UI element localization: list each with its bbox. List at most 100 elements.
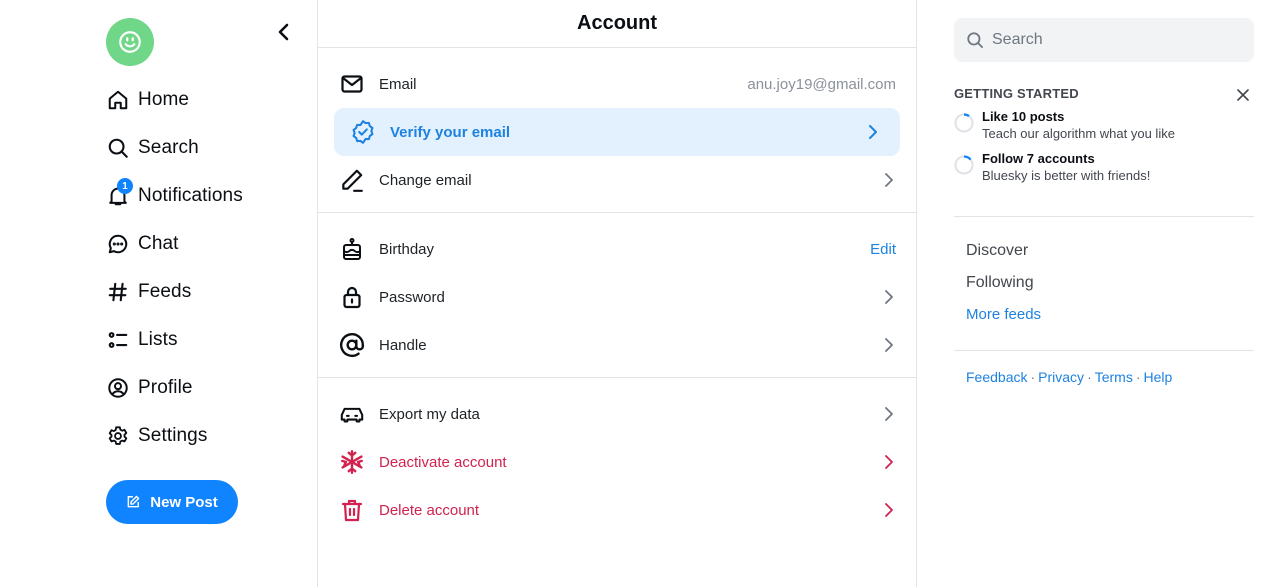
separator: ·	[1030, 369, 1036, 385]
delete-account-label: Delete account	[379, 501, 480, 519]
email-label: Email	[379, 75, 417, 93]
notification-badge: 1	[117, 178, 133, 194]
handle-label: Handle	[379, 336, 427, 354]
nav-item-settings[interactable]: Settings	[106, 412, 243, 460]
car-icon	[339, 401, 365, 427]
nav-item-label: Settings	[138, 425, 208, 446]
progress-ring	[954, 113, 974, 133]
nav-item-lists[interactable]: Lists	[106, 316, 243, 364]
left-navigation: Home Search 1 Notifications Chat Feeds L…	[0, 0, 317, 587]
search-icon	[967, 32, 984, 49]
feedback-link[interactable]: Feedback	[966, 369, 1027, 385]
chevron-right-icon	[882, 173, 896, 187]
nav-item-label: Lists	[138, 329, 178, 350]
birthday-cake-icon	[339, 236, 365, 262]
verified-badge-icon	[350, 119, 376, 145]
pencil-icon	[339, 167, 365, 193]
user-circle-icon	[106, 376, 130, 400]
nav-item-label: Home	[138, 89, 190, 110]
verify-email-button[interactable]: Verify your email	[334, 108, 900, 156]
getting-started-title: GETTING STARTED	[954, 86, 1079, 101]
snowflake-icon	[339, 449, 365, 475]
feeds-list: Discover Following More feeds	[966, 239, 1041, 335]
help-link[interactable]: Help	[1144, 369, 1173, 385]
deactivate-account-button[interactable]: Deactivate account	[318, 438, 916, 486]
page-header: Account	[318, 0, 916, 48]
separator: ·	[1087, 369, 1092, 385]
close-button[interactable]	[1235, 87, 1251, 103]
nav-item-label: Search	[138, 137, 199, 158]
close-icon	[1237, 89, 1249, 101]
more-feeds-link[interactable]: More feeds	[966, 303, 1041, 335]
export-data-label: Export my data	[379, 405, 480, 423]
email-group: Email anu.joy19@gmail.com Verify your em…	[318, 48, 916, 213]
search-box[interactable]	[954, 18, 1254, 62]
new-post-label: New Post	[150, 493, 218, 511]
compose-icon	[127, 495, 140, 508]
chevron-right-icon	[882, 290, 896, 304]
task-follow-accounts[interactable]: Follow 7 accounts Bluesky is better with…	[954, 151, 1254, 185]
chevron-right-icon	[882, 455, 896, 469]
collapse-sidebar-button[interactable]	[272, 20, 296, 44]
separator: ·	[1135, 369, 1141, 385]
nav-item-profile[interactable]: Profile	[106, 364, 243, 412]
security-group: Birthday Edit Password Handle	[318, 213, 916, 378]
task-title: Like 10 posts	[982, 109, 1065, 124]
task-subtitle: Teach our algorithm what you like	[982, 126, 1175, 141]
chevron-right-icon	[882, 338, 896, 352]
at-sign-icon	[339, 332, 365, 358]
divider	[954, 216, 1254, 217]
feed-link-discover[interactable]: Discover	[966, 239, 1041, 271]
feed-link-following[interactable]: Following	[966, 271, 1041, 303]
gear-icon	[106, 424, 130, 448]
nav-item-label: Profile	[138, 377, 193, 398]
nav-item-search[interactable]: Search	[106, 124, 243, 172]
progress-ring	[954, 155, 974, 175]
chevron-right-icon	[882, 407, 896, 421]
nav-item-label: Feeds	[138, 281, 192, 302]
export-data-button[interactable]: Export my data	[318, 390, 916, 438]
avatar[interactable]	[106, 18, 154, 66]
account-settings-panel: Account Email anu.joy19@gmail.com Verify…	[317, 0, 917, 587]
smiley-face-icon	[119, 31, 141, 53]
birthday-label: Birthday	[379, 240, 435, 258]
chevron-right-icon	[882, 503, 896, 517]
change-email-label: Change email	[379, 171, 472, 189]
verify-email-label: Verify your email	[390, 123, 511, 141]
nav-item-feeds[interactable]: Feeds	[106, 268, 243, 316]
trash-icon	[339, 497, 365, 523]
chat-bubble-icon	[106, 232, 130, 256]
search-input[interactable]	[992, 31, 1242, 49]
data-group: Export my data Deactivate account Delete…	[318, 378, 916, 542]
nav-item-home[interactable]: Home	[106, 76, 243, 124]
nav-item-notifications[interactable]: 1 Notifications	[106, 172, 243, 220]
password-button[interactable]: Password	[318, 273, 916, 321]
list-icon	[106, 328, 130, 352]
task-like-posts[interactable]: Like 10 posts Teach our algorithm what y…	[954, 109, 1254, 143]
page-title: Account	[577, 12, 657, 34]
email-value: anu.joy19@gmail.com	[747, 75, 896, 93]
nav-list: Home Search 1 Notifications Chat Feeds L…	[106, 76, 243, 460]
email-row: Email anu.joy19@gmail.com	[318, 60, 916, 108]
footer-links: Feedback · Privacy · Terms · Help	[966, 369, 1172, 385]
delete-account-button[interactable]: Delete account	[318, 486, 916, 534]
deactivate-account-label: Deactivate account	[379, 453, 507, 471]
home-icon	[106, 88, 130, 112]
privacy-link[interactable]: Privacy	[1038, 369, 1084, 385]
password-label: Password	[379, 288, 445, 306]
envelope-icon	[339, 71, 365, 97]
terms-link[interactable]: Terms	[1095, 369, 1133, 385]
handle-button[interactable]: Handle	[318, 321, 916, 369]
change-email-button[interactable]: Change email	[318, 156, 916, 204]
chevron-right-icon	[866, 125, 880, 139]
nav-item-label: Chat	[138, 233, 179, 254]
divider	[954, 350, 1254, 351]
nav-item-label: Notifications	[138, 185, 243, 206]
new-post-button[interactable]: New Post	[106, 480, 238, 524]
birthday-edit-button[interactable]: Edit	[870, 241, 896, 258]
hashtag-icon	[106, 280, 130, 304]
search-icon	[106, 136, 130, 160]
bell-icon: 1	[106, 178, 133, 208]
lock-icon	[339, 284, 365, 310]
nav-item-chat[interactable]: Chat	[106, 220, 243, 268]
